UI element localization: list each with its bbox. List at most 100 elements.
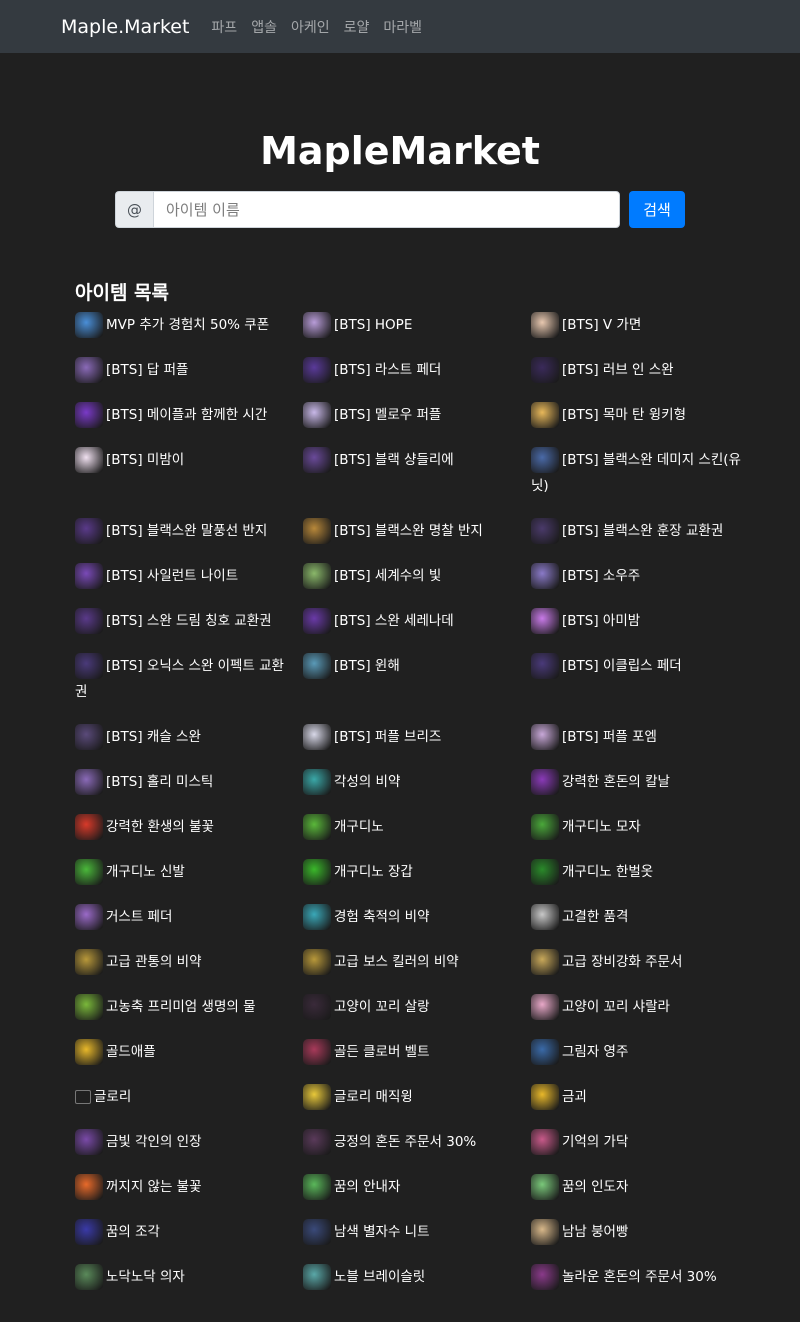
broken-image-icon <box>75 1090 91 1104</box>
nav-link-royal[interactable]: 로얄 <box>344 17 370 37</box>
list-item[interactable]: [BTS] 블랙스완 데미지 스킨(유닛) <box>531 447 759 499</box>
list-item[interactable]: [BTS] 아미밤 <box>531 608 759 634</box>
list-item[interactable]: 그림자 영주 <box>531 1039 759 1065</box>
swan-outfit-icon <box>531 357 559 383</box>
search-button[interactable]: 검색 <box>629 191 685 228</box>
list-item[interactable]: [BTS] 스완 세레나데 <box>303 608 531 634</box>
list-item[interactable]: [BTS] 캐슬 스완 <box>75 724 303 750</box>
list-item[interactable]: 강력한 환생의 불꽃 <box>75 814 303 840</box>
winky-icon <box>531 402 559 428</box>
item-label: [BTS] 멜로우 퍼플 <box>334 407 442 423</box>
brand-link[interactable]: Maple.Market <box>61 16 189 38</box>
list-item[interactable]: [BTS] 퍼플 브리즈 <box>303 724 531 750</box>
list-item[interactable]: [BTS] V 가면 <box>531 312 759 338</box>
memory-thread-icon <box>531 1129 559 1155</box>
item-label: [BTS] 퍼플 브리즈 <box>334 729 442 745</box>
item-label: 골든 클로버 벨트 <box>334 1044 430 1060</box>
list-item[interactable]: [BTS] 퍼플 포엠 <box>531 724 759 750</box>
item-label: 꿈의 조각 <box>106 1224 160 1240</box>
scroll-chaos-icon <box>531 1264 559 1290</box>
seal-icon <box>75 1129 103 1155</box>
nav-link-marabel[interactable]: 마라벨 <box>383 17 422 37</box>
noble-icon <box>531 904 559 930</box>
page-title: MapleMarket <box>260 129 540 173</box>
list-item[interactable]: [BTS] 블랙스완 명찰 반지 <box>303 518 531 544</box>
list-item[interactable]: 꿈의 인도자 <box>531 1174 759 1200</box>
list-item[interactable]: 꿈의 조각 <box>75 1219 303 1245</box>
list-item[interactable]: [BTS] HOPE <box>303 312 531 338</box>
list-item[interactable]: [BTS] 오닉스 스완 이펙트 교환권 <box>75 653 303 705</box>
list-item[interactable]: [BTS] 러브 인 스완 <box>531 357 759 383</box>
list-item[interactable]: 금괴 <box>531 1084 759 1110</box>
list-item[interactable]: 개구디노 <box>303 814 531 840</box>
list-item[interactable]: [BTS] 미밤이 <box>75 447 303 499</box>
list-item[interactable]: 노닥노닥 의자 <box>75 1264 303 1290</box>
nav-link-papf[interactable]: 파프 <box>211 17 237 37</box>
list-item[interactable]: 꿈의 안내자 <box>303 1174 531 1200</box>
item-label: [BTS] 블랙스완 데미지 스킨(유닛) <box>531 452 741 494</box>
list-item[interactable]: 기억의 가닥 <box>531 1129 759 1155</box>
item-label: 거스트 페더 <box>106 909 173 925</box>
list-item[interactable]: MVP 추가 경험치 50% 쿠폰 <box>75 312 303 338</box>
item-label: MVP 추가 경험치 50% 쿠폰 <box>106 317 270 333</box>
list-item[interactable]: [BTS] 메이플과 함께한 시간 <box>75 402 303 428</box>
list-item[interactable]: [BTS] 블랙스완 말풍선 반지 <box>75 518 303 544</box>
list-item[interactable]: 남색 별자수 니트 <box>303 1219 531 1245</box>
list-item[interactable]: [BTS] 답 퍼플 <box>75 357 303 383</box>
item-label: [BTS] 오닉스 스완 이펙트 교환권 <box>75 658 284 700</box>
title-ticket-icon <box>75 608 103 634</box>
nav-link-arcane[interactable]: 아케인 <box>291 17 330 37</box>
list-item[interactable]: [BTS] 블랙스완 훈장 교환권 <box>531 518 759 544</box>
list-item[interactable]: 각성의 비약 <box>303 769 531 795</box>
list-item[interactable]: [BTS] 윈해 <box>303 653 531 705</box>
item-label: 꿈의 안내자 <box>334 1179 401 1195</box>
list-item[interactable]: [BTS] 멜로우 퍼플 <box>303 402 531 428</box>
water-icon <box>75 994 103 1020</box>
list-item[interactable]: 고결한 품격 <box>531 904 759 930</box>
frog-icon <box>303 814 331 840</box>
list-item[interactable]: 글로리 매직윙 <box>303 1084 531 1110</box>
list-item[interactable]: [BTS] 목마 탄 윙키형 <box>531 402 759 428</box>
list-item[interactable]: 고양이 꼬리 살랑 <box>303 994 531 1020</box>
list-item[interactable]: 개구디노 신발 <box>75 859 303 885</box>
list-item[interactable]: 개구디노 모자 <box>531 814 759 840</box>
list-item[interactable]: [BTS] 홀리 미스틱 <box>75 769 303 795</box>
list-item[interactable]: 골드애플 <box>75 1039 303 1065</box>
list-item[interactable]: 고급 보스 킬러의 비약 <box>303 949 531 975</box>
list-item[interactable]: 고농축 프리미엄 생명의 물 <box>75 994 303 1020</box>
item-label: 고농축 프리미엄 생명의 물 <box>106 999 256 1015</box>
item-label: [BTS] 소우주 <box>562 568 641 584</box>
search-input[interactable] <box>153 191 620 228</box>
list-item[interactable]: 경험 축적의 비약 <box>303 904 531 930</box>
search-group: @ <box>115 191 620 228</box>
dream-leader-icon <box>531 1174 559 1200</box>
list-item[interactable]: [BTS] 세계수의 빛 <box>303 563 531 589</box>
list-item[interactable]: [BTS] 사일런트 나이트 <box>75 563 303 589</box>
list-item[interactable]: 거스트 페더 <box>75 904 303 930</box>
list-item[interactable]: 긍정의 혼돈 주문서 30% <box>303 1129 531 1155</box>
purple-shorts-icon <box>75 357 103 383</box>
list-item[interactable]: [BTS] 블랙 샹들리에 <box>303 447 531 499</box>
list-item[interactable]: 금빛 각인의 인장 <box>75 1129 303 1155</box>
list-item[interactable]: 개구디노 장갑 <box>303 859 531 885</box>
knit-icon <box>303 1219 331 1245</box>
list-item[interactable]: 개구디노 한벌옷 <box>531 859 759 885</box>
chair-icon <box>75 1264 103 1290</box>
item-label: 강력한 혼돈의 칼날 <box>562 774 670 790</box>
list-item[interactable]: 꺼지지 않는 불꽃 <box>75 1174 303 1200</box>
list-item[interactable]: 노블 브레이슬릿 <box>303 1264 531 1290</box>
list-item[interactable]: 강력한 혼돈의 칼날 <box>531 769 759 795</box>
nav-link-absol[interactable]: 앱솔 <box>251 17 277 37</box>
list-item[interactable]: 골든 클로버 벨트 <box>303 1039 531 1065</box>
feather-icon <box>303 357 331 383</box>
list-item[interactable]: [BTS] 라스트 페더 <box>303 357 531 383</box>
list-item[interactable]: [BTS] 스완 드림 칭호 교환권 <box>75 608 303 634</box>
list-item[interactable]: [BTS] 소우주 <box>531 563 759 589</box>
list-item[interactable]: [BTS] 이클립스 페더 <box>531 653 759 705</box>
list-item[interactable]: 글로리 <box>75 1084 303 1110</box>
list-item[interactable]: 고급 장비강화 주문서 <box>531 949 759 975</box>
list-item[interactable]: 놀라운 혼돈의 주문서 30% <box>531 1264 759 1290</box>
list-item[interactable]: 고양이 꼬리 샤랄라 <box>531 994 759 1020</box>
list-item[interactable]: 남남 붕어빵 <box>531 1219 759 1245</box>
list-item[interactable]: 고급 관통의 비약 <box>75 949 303 975</box>
